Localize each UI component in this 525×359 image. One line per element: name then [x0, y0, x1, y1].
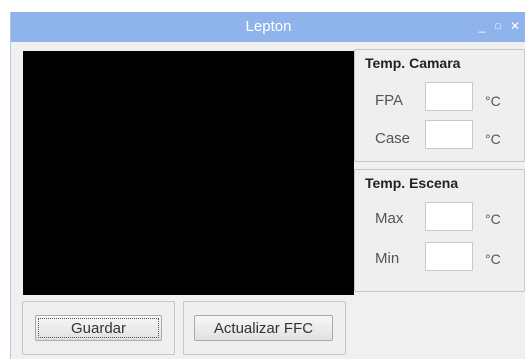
- max-unit: °C: [485, 211, 501, 227]
- ffc-button-frame: Actualizar FFC: [183, 301, 346, 355]
- lepton-window: Lepton _ □ ✕ Temp. Camara FPA °C Case °C…: [10, 12, 525, 359]
- case-temp-field[interactable]: [425, 120, 473, 149]
- fpa-unit: °C: [485, 93, 501, 109]
- min-temp-field[interactable]: [425, 242, 473, 271]
- camera-temp-group-title: Temp. Camara: [365, 55, 461, 71]
- minimize-icon[interactable]: _: [474, 18, 490, 34]
- scene-temp-group-title: Temp. Escena: [365, 175, 459, 191]
- min-label: Min: [375, 250, 400, 267]
- thermal-video-view: [23, 51, 354, 295]
- save-button-frame: Guardar: [22, 301, 175, 355]
- maximize-icon[interactable]: □: [490, 18, 506, 34]
- scene-temp-group: Temp. Escena Max °C Min °C: [354, 169, 525, 292]
- fpa-temp-field[interactable]: [425, 82, 473, 111]
- max-temp-field[interactable]: [425, 202, 473, 231]
- case-unit: °C: [485, 131, 501, 147]
- close-icon[interactable]: ✕: [507, 18, 523, 34]
- fpa-label: FPA: [375, 92, 404, 109]
- camera-temp-group: Temp. Camara FPA °C Case °C: [354, 49, 525, 162]
- max-label: Max: [375, 210, 404, 227]
- title-bar[interactable]: Lepton _ □ ✕: [11, 12, 525, 42]
- min-unit: °C: [485, 251, 501, 267]
- update-ffc-button[interactable]: Actualizar FFC: [194, 315, 333, 341]
- window-title: Lepton: [245, 18, 292, 35]
- case-label: Case: [375, 130, 411, 147]
- save-button[interactable]: Guardar: [35, 315, 162, 341]
